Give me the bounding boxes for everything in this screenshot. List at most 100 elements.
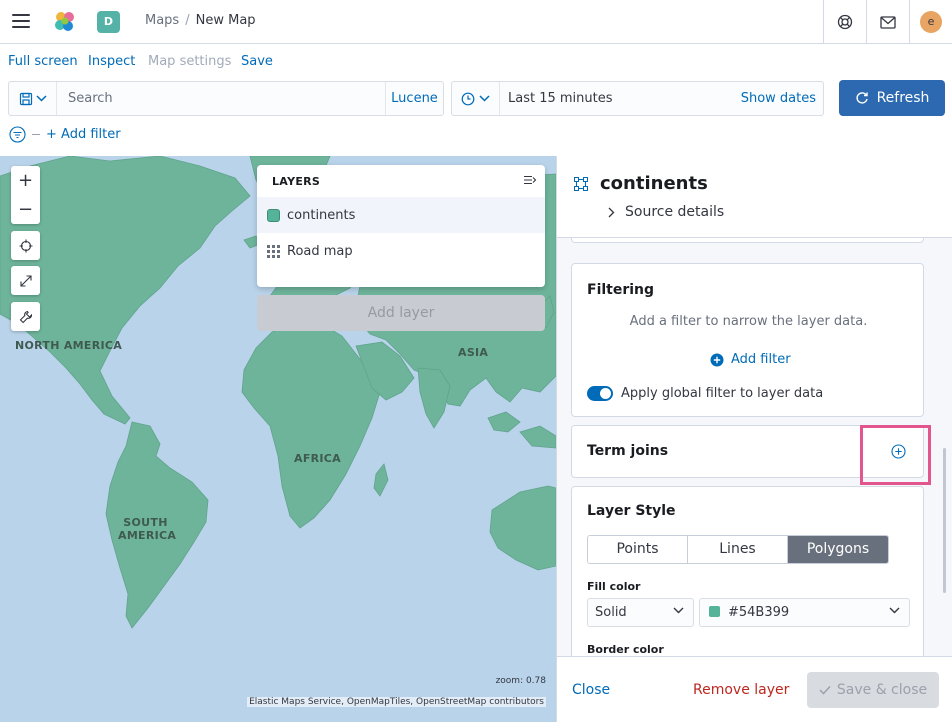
filtering-hint: Add a filter to narrow the layer data. <box>629 314 868 329</box>
save-and-close-button[interactable]: Save & close <box>807 672 939 708</box>
filter-bar: + Add filter <box>9 124 121 144</box>
fit-to-data-button[interactable] <box>11 266 40 295</box>
chevron-down-icon <box>35 95 47 102</box>
menu-icon[interactable] <box>12 14 30 28</box>
layer-item-road-map[interactable]: Road map <box>257 233 545 269</box>
refresh-icon <box>855 92 868 104</box>
refresh-button[interactable]: Refresh <box>839 80 945 116</box>
source-details-toggle[interactable]: Source details <box>608 204 724 220</box>
tools-button[interactable] <box>11 302 40 331</box>
highlight-box <box>860 425 931 485</box>
panel-header: continents Source details <box>557 156 952 238</box>
zoom-out-button[interactable]: − <box>11 195 40 224</box>
fill-color-value: #54B399 <box>728 605 790 620</box>
remove-layer-button[interactable]: Remove layer <box>693 682 789 698</box>
set-view-button[interactable] <box>11 231 40 260</box>
collapse-panel-icon[interactable] <box>523 174 537 186</box>
apply-global-filter-row: Apply global filter to layer data <box>587 386 823 401</box>
tab-points[interactable]: Points <box>588 536 688 563</box>
breadcrumb-maps[interactable]: Maps <box>145 13 179 28</box>
layer-style-title: Layer Style <box>587 503 676 519</box>
wrench-icon <box>19 310 32 323</box>
panel-scrollbar[interactable] <box>943 448 946 593</box>
top-header: D Maps / New Map e <box>0 0 952 44</box>
zoom-readout: zoom: 0.78 <box>495 676 546 686</box>
fill-color-label: Fill color <box>587 580 641 593</box>
user-avatar: e <box>920 11 942 33</box>
user-menu-button[interactable]: e <box>909 0 952 44</box>
map-label-north-america: NORTH AMERICA <box>15 339 123 352</box>
save-and-close-label: Save & close <box>836 682 928 698</box>
chevron-down-icon <box>889 607 900 614</box>
add-layer-filter-button[interactable]: Add filter <box>710 352 791 367</box>
source-details-label: Source details <box>625 204 725 220</box>
color-swatch-icon <box>709 606 720 617</box>
tile-grid-icon <box>267 244 280 258</box>
chevron-down-icon <box>479 95 490 102</box>
layer-control-panel: LAYERS continents Road map <box>257 165 545 287</box>
color-swatch-icon <box>267 208 280 222</box>
zoom-in-button[interactable]: + <box>11 166 40 195</box>
help-button[interactable] <box>823 0 866 44</box>
chevron-right-icon <box>608 207 615 217</box>
search-input[interactable] <box>57 82 385 115</box>
inspect-link[interactable]: Inspect <box>88 54 135 69</box>
tab-lines[interactable]: Lines <box>688 536 788 563</box>
quick-select-button[interactable] <box>452 82 500 115</box>
fill-mode-select[interactable]: Solid <box>587 598 694 627</box>
divider <box>32 133 40 135</box>
filtering-title: Filtering <box>587 282 655 298</box>
newsfeed-button[interactable] <box>866 0 909 44</box>
breadcrumb: Maps / New Map <box>145 13 256 28</box>
refresh-label: Refresh <box>876 90 930 106</box>
close-button[interactable]: Close <box>572 682 610 698</box>
panel-title: continents <box>600 173 708 194</box>
layer-settings-panel: continents Source details Filtering Add … <box>556 156 952 722</box>
add-layer-button[interactable]: Add layer <box>257 295 545 331</box>
border-color-label: Border color <box>587 643 664 656</box>
help-lifebuoy-icon <box>837 14 853 30</box>
show-dates-link[interactable]: Show dates <box>741 91 816 106</box>
map-label-africa: AFRICA <box>294 452 341 465</box>
filtering-card: Filtering Add a filter to narrow the lay… <box>571 263 924 417</box>
query-bar: Lucene <box>8 81 444 116</box>
apply-global-filter-label[interactable]: Apply global filter to layer data <box>621 386 823 401</box>
plus-in-circle-filled-icon <box>710 353 724 366</box>
apply-global-filter-switch[interactable] <box>587 386 613 401</box>
geometry-type-tabs: Points Lines Polygons <box>587 535 889 564</box>
fill-color-picker[interactable]: #54B399 <box>699 598 910 627</box>
layer-style-card: Layer Style Points Lines Polygons Fill c… <box>571 486 924 666</box>
filter-menu-icon[interactable] <box>9 125 26 143</box>
save-icon <box>19 92 32 105</box>
add-filter-link[interactable]: + Add filter <box>46 127 121 142</box>
panel-footer: Close Remove layer Save & close <box>557 656 952 722</box>
map-settings-link[interactable]: Map settings <box>148 54 231 69</box>
save-link[interactable]: Save <box>241 54 273 69</box>
date-picker: Last 15 minutes Show dates <box>451 81 824 116</box>
top-nav-menu: Full screen Inspect Map settings Save <box>0 44 952 80</box>
query-language-button[interactable]: Lucene <box>385 82 443 115</box>
layer-name: Road map <box>287 243 353 259</box>
tab-polygons[interactable]: Polygons <box>788 536 888 563</box>
layers-title: LAYERS <box>272 175 321 188</box>
check-icon <box>819 685 831 695</box>
layer-item-continents[interactable]: continents <box>257 197 545 233</box>
polygon-icon <box>574 177 588 191</box>
full-screen-link[interactable]: Full screen <box>8 54 78 69</box>
expand-icon <box>19 274 32 287</box>
add-filter-label: Add filter <box>731 352 791 367</box>
zoom-controls: + − <box>11 166 40 224</box>
previous-card-fragment <box>571 238 924 243</box>
chevron-down-icon <box>673 607 684 614</box>
date-range-value[interactable]: Last 15 minutes <box>508 91 613 106</box>
fill-mode-value: Solid <box>595 605 627 620</box>
layer-name: continents <box>287 207 356 223</box>
crosshair-icon <box>19 239 32 252</box>
elastic-logo-icon[interactable] <box>52 9 78 35</box>
breadcrumb-current: New Map <box>195 13 256 28</box>
map-attribution[interactable]: Elastic Maps Service, OpenMapTiles, Open… <box>247 697 546 707</box>
space-avatar[interactable]: D <box>97 11 120 33</box>
map-label-south-america: SOUTH AMERICA <box>118 516 177 542</box>
saved-query-button[interactable] <box>9 82 57 115</box>
map-label-asia: ASIA <box>458 346 489 359</box>
